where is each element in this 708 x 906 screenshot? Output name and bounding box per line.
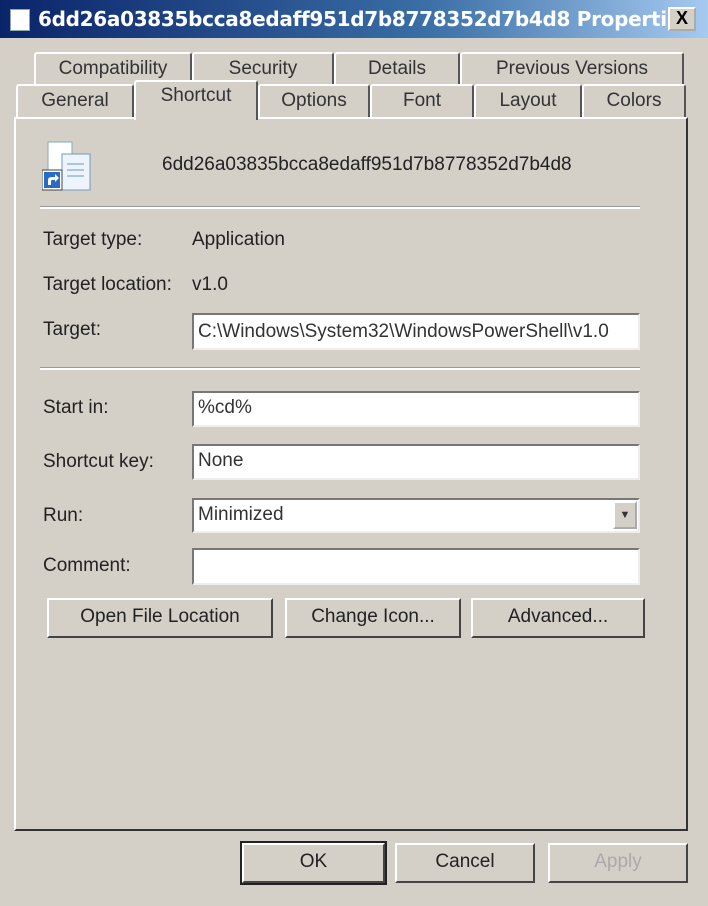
tab-previous-versions[interactable]: Previous Versions xyxy=(460,52,684,86)
close-button[interactable]: X xyxy=(668,7,696,31)
window-title: 6dd26a03835bcca8edaff951d7b8778352d7b4d8… xyxy=(38,7,689,31)
chevron-down-icon[interactable]: ▼ xyxy=(613,501,637,529)
tab-colors[interactable]: Colors xyxy=(582,84,686,118)
cancel-button[interactable]: Cancel xyxy=(395,843,535,883)
tab-layout[interactable]: Layout xyxy=(474,84,582,118)
shortcut-file-icon xyxy=(10,9,30,31)
apply-button[interactable]: Apply xyxy=(548,843,688,883)
run-value: Minimized xyxy=(198,504,284,525)
ok-button[interactable]: OK xyxy=(240,841,387,885)
tab-shortcut[interactable]: Shortcut xyxy=(134,80,258,120)
run-select[interactable]: Minimized ▼ xyxy=(192,498,640,533)
tab-general[interactable]: General xyxy=(16,84,134,118)
tab-font[interactable]: Font xyxy=(370,84,474,118)
shortcut-panel xyxy=(14,117,688,831)
tab-options[interactable]: Options xyxy=(258,84,370,118)
tab-details[interactable]: Details xyxy=(334,52,460,86)
